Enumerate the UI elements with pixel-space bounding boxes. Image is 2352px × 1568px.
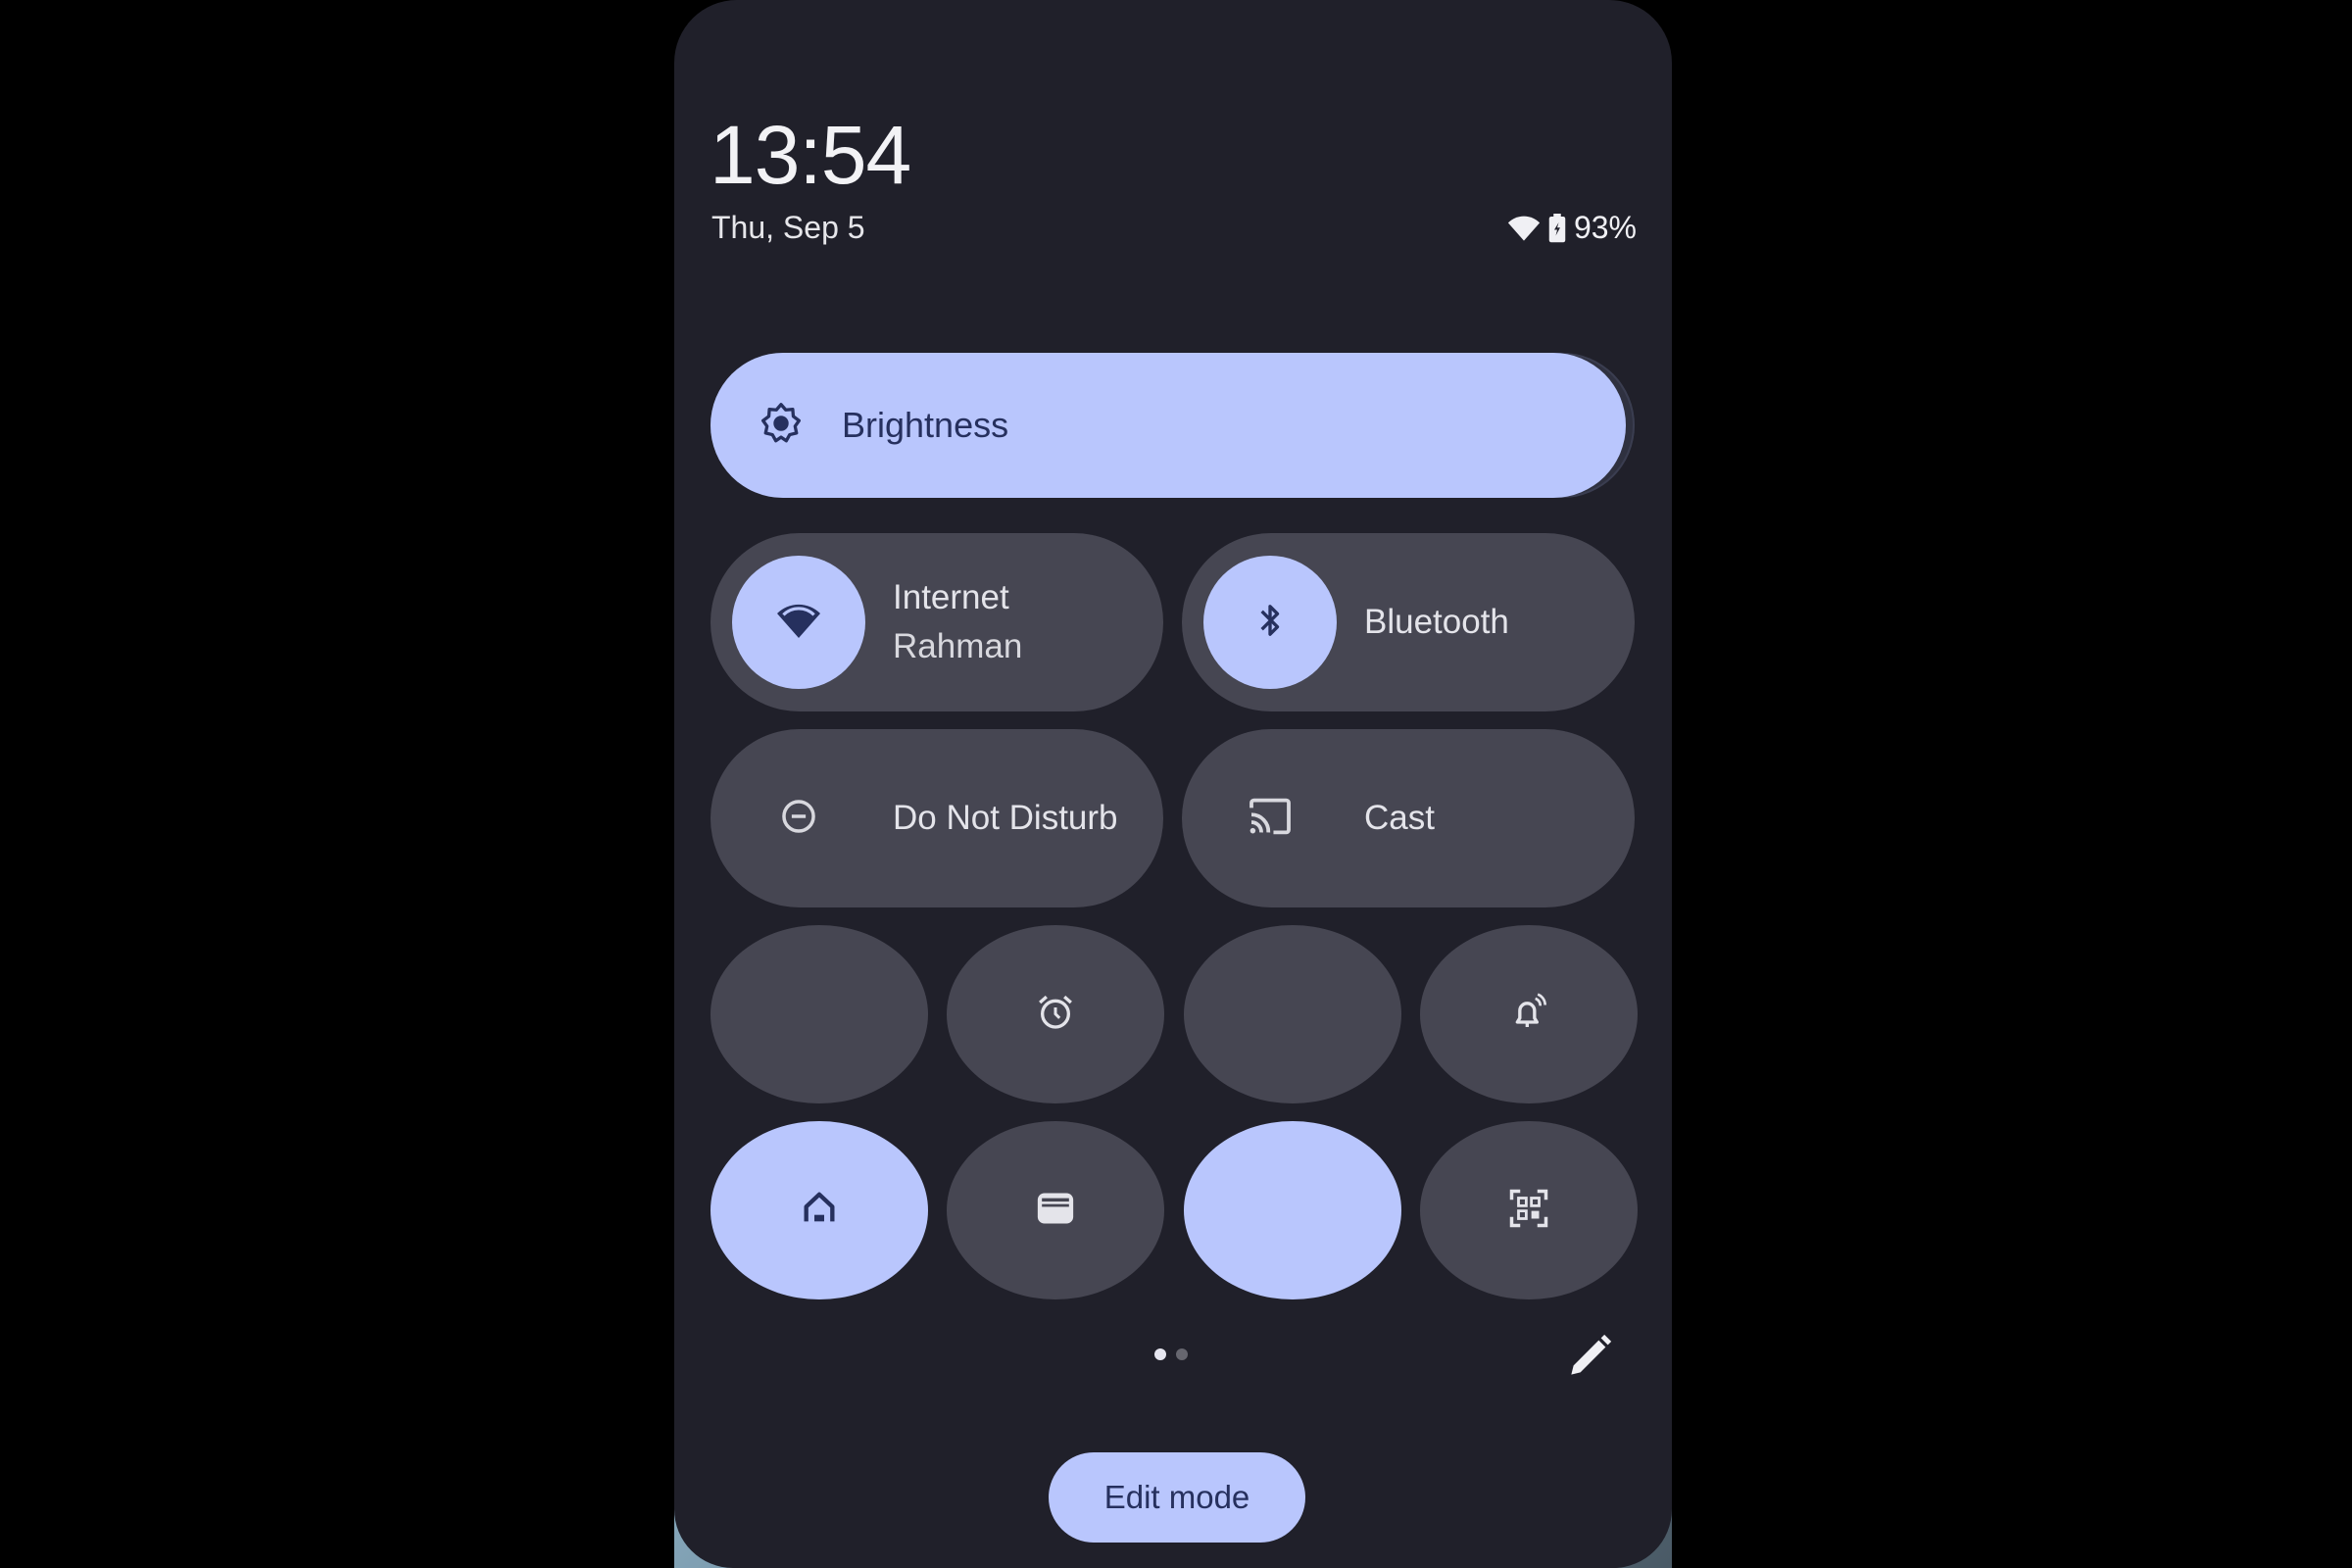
qr-scan-icon — [1508, 1188, 1549, 1234]
bluetooth-icon — [1257, 601, 1283, 645]
brightness-label: Brightness — [842, 405, 1009, 445]
tile-internet-subtitle: Rahman — [893, 627, 1023, 665]
tile-do-not-disturb-title: Do Not Disturb — [893, 799, 1118, 837]
tile-blank-1[interactable] — [710, 925, 928, 1103]
page-dot-1[interactable] — [1154, 1348, 1166, 1360]
tile-home[interactable] — [710, 1121, 928, 1299]
clock[interactable]: 13:54 — [710, 108, 911, 203]
cast-icon — [1248, 798, 1293, 840]
battery-icon — [1548, 213, 1566, 243]
tile-blank-3[interactable] — [1184, 1121, 1401, 1299]
tile-blank-2[interactable] — [1184, 925, 1401, 1103]
brightness-slider[interactable]: Brightness — [710, 353, 1635, 498]
home-icon — [800, 1189, 839, 1233]
tile-internet[interactable]: Internet Rahman — [710, 533, 1163, 711]
page-dot-2[interactable] — [1176, 1348, 1188, 1360]
tile-bluetooth-icon-button[interactable] — [1203, 556, 1337, 689]
tile-qr-scanner[interactable] — [1420, 1121, 1638, 1299]
tile-cast[interactable]: Cast — [1182, 729, 1635, 907]
battery-percent: 93% — [1573, 210, 1637, 245]
do-not-disturb-icon — [780, 798, 817, 840]
bell-ringing-icon — [1509, 992, 1548, 1037]
brightness-icon — [760, 402, 803, 450]
quick-settings-panel: 13:54 Thu, Sep 5 93% Brightness Internet… — [674, 0, 1672, 1568]
date[interactable]: Thu, Sep 5 — [711, 210, 865, 246]
wifi-icon — [775, 601, 822, 645]
tile-sound[interactable] — [1420, 925, 1638, 1103]
tile-internet-title: Internet — [893, 578, 1009, 616]
pencil-icon[interactable] — [1562, 1329, 1617, 1384]
tile-bluetooth[interactable]: Bluetooth — [1182, 533, 1635, 711]
tile-wallet[interactable] — [947, 1121, 1164, 1299]
wifi-icon — [1507, 215, 1541, 242]
wallet-icon — [1035, 1190, 1076, 1232]
tile-cast-title: Cast — [1364, 799, 1435, 837]
tile-do-not-disturb[interactable]: Do Not Disturb — [710, 729, 1163, 907]
tile-bluetooth-title: Bluetooth — [1364, 603, 1509, 641]
page-indicator — [1154, 1348, 1188, 1360]
edit-mode-button[interactable]: Edit mode — [1049, 1452, 1305, 1543]
alarm-icon — [1036, 993, 1075, 1037]
status-bar: 93% — [1507, 210, 1637, 246]
tile-alarm[interactable] — [947, 925, 1164, 1103]
tile-internet-icon-button[interactable] — [732, 556, 865, 689]
